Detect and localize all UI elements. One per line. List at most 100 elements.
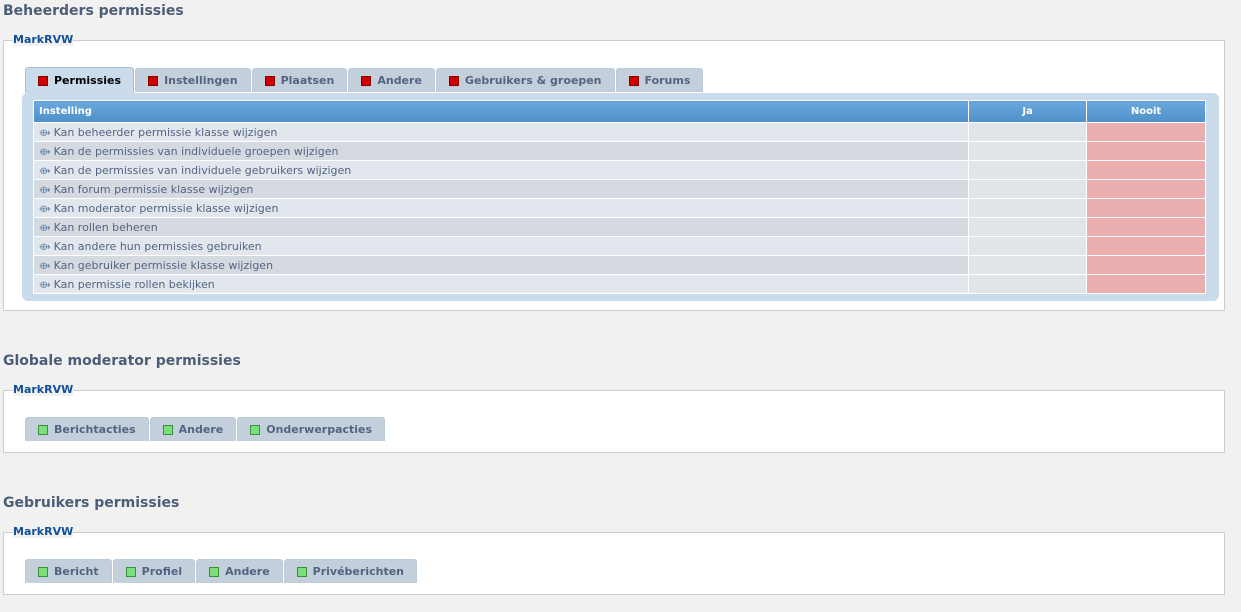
permission-label: Kan de permissies van individuele groepe… [53,144,339,158]
table-row: ⟴ Kan de permissies van individuele gebru… [32,160,1206,180]
ja-cell[interactable] [968,255,1088,275]
tab-label: Gebruikers & groepen [464,74,602,87]
arrow-right-icon: ⟴ [39,260,51,272]
admin-permissions-box: Permissies Instellingen Plaatsen Andere … [3,40,1225,311]
status-green-icon [125,566,136,577]
ja-cell[interactable] [968,217,1088,237]
users-permissions-box: Bericht Profiel Andere Privéberichten [3,532,1225,595]
column-header-instelling: Instelling [32,100,970,123]
arrow-right-icon: ⟴ [39,184,51,196]
status-red-icon [264,75,275,86]
permission-label: Kan andere hun permissies gebruiken [53,239,262,253]
moderator-permissions-box: Berichtacties Andere Onderwerpacties [3,390,1225,453]
nooit-cell[interactable] [1086,160,1206,180]
permissions-table: Instelling Ja Nooit ⟴ Kan beheerder permi… [32,100,1206,294]
tab-label: Andere [225,565,270,578]
nooit-cell[interactable] [1086,141,1206,161]
users-user-legend: MarkRVW [13,525,74,538]
table-row: ⟴ Kan beheerder permissie klasse wijzigen [32,122,1206,142]
users-section-title: Gebruikers permissies [3,495,180,511]
permission-label: Kan de permissies van individuele gebrui… [53,163,352,177]
permission-label-cell: ⟴ Kan de permissies van individuele groep… [32,141,970,161]
arrow-right-icon: ⟴ [39,241,51,253]
tab-label: Andere [178,423,224,436]
tab-andere[interactable]: Andere [196,559,283,583]
ja-cell[interactable] [968,122,1088,142]
nooit-cell[interactable] [1086,179,1206,199]
ja-cell[interactable] [968,179,1088,199]
permission-label: Kan permissie rollen bekijken [53,277,215,291]
nooit-cell[interactable] [1086,122,1206,142]
status-green-icon [38,566,48,577]
moderator-section-title: Globale moderator permissies [3,353,241,369]
tab-label: Privéberichten [312,565,404,578]
tab-priveberichten[interactable]: Privéberichten [283,559,417,583]
permission-label-cell: ⟴ Kan permissie rollen bekijken [32,274,970,294]
tab-berichtacties[interactable]: Berichtacties [25,417,149,441]
permission-label-cell: ⟴ Kan moderator permissie klasse wijzigen [32,198,970,218]
table-row: ⟴ Kan forum permissie klasse wijzigen [32,179,1206,199]
status-red-icon [361,75,372,86]
ja-cell[interactable] [968,274,1088,294]
table-row: ⟴ Kan andere hun permissies gebruiken [32,236,1206,256]
ja-cell[interactable] [968,160,1088,180]
admin-tabs: Permissies Instellingen Plaatsen Andere … [25,67,704,93]
admin-section-title: Beheerders permissies [3,3,184,19]
permissions-panel: Instelling Ja Nooit ⟴ Kan beheerder permi… [22,93,1219,301]
nooit-cell[interactable] [1086,255,1206,275]
nooit-cell[interactable] [1086,198,1206,218]
tab-plaatsen[interactable]: Plaatsen [251,68,348,92]
arrow-right-icon: ⟴ [39,127,51,139]
permission-label: Kan beheerder permissie klasse wijzigen [53,125,278,139]
table-row: ⟴ Kan rollen beheren [32,217,1206,237]
status-red-icon [38,75,48,86]
tab-label: Bericht [54,565,99,578]
table-row: ⟴ Kan permissie rollen bekijken [32,274,1206,294]
tab-bericht[interactable]: Bericht [25,559,112,583]
tab-instellingen[interactable]: Instellingen [135,68,251,92]
permission-label: Kan rollen beheren [53,220,158,234]
tab-forums[interactable]: Forums [615,68,704,92]
table-row: ⟴ Kan moderator permissie klasse wijzigen [32,198,1206,218]
status-green-icon [250,424,261,435]
tab-label: Forums [644,74,691,87]
arrow-right-icon: ⟴ [39,165,51,177]
tab-permissies[interactable]: Permissies [25,67,135,93]
status-red-icon [148,75,159,86]
permission-label-cell: ⟴ Kan de permissies van individuele gebru… [32,160,970,180]
tab-onderwerpacties[interactable]: Onderwerpacties [237,417,386,441]
permission-label-cell: ⟴ Kan andere hun permissies gebruiken [32,236,970,256]
table-row: ⟴ Kan gebruiker permissie klasse wijzigen [32,255,1206,275]
status-green-icon [162,424,173,435]
tab-gebruikers-groepen[interactable]: Gebruikers & groepen [435,68,615,92]
tab-label: Profiel [141,565,183,578]
admin-user-legend: MarkRVW [13,33,74,46]
moderator-user-legend: MarkRVW [13,383,74,396]
nooit-cell[interactable] [1086,274,1206,294]
tab-andere[interactable]: Andere [348,68,435,92]
table-row: ⟴ Kan de permissies van individuele groep… [32,141,1206,161]
ja-cell[interactable] [968,236,1088,256]
arrow-right-icon: ⟴ [39,146,51,158]
column-header-ja: Ja [968,100,1088,123]
arrow-right-icon: ⟴ [39,222,51,234]
tab-label: Berichtacties [54,423,136,436]
tab-label: Plaatsen [280,74,335,87]
ja-cell[interactable] [968,141,1088,161]
column-header-nooit: Nooit [1086,100,1206,123]
status-green-icon [38,424,48,435]
status-green-icon [296,566,307,577]
tab-profiel[interactable]: Profiel [112,559,196,583]
tab-label: Onderwerpacties [266,423,373,436]
permission-label: Kan moderator permissie klasse wijzigen [53,201,279,215]
ja-cell[interactable] [968,198,1088,218]
tab-label: Permissies [54,74,122,87]
status-green-icon [209,566,220,577]
tab-andere[interactable]: Andere [149,417,237,441]
permission-label-cell: ⟴ Kan forum permissie klasse wijzigen [32,179,970,199]
nooit-cell[interactable] [1086,236,1206,256]
permission-label-cell: ⟴ Kan rollen beheren [32,217,970,237]
nooit-cell[interactable] [1086,217,1206,237]
permission-label: Kan gebruiker permissie klasse wijzigen [53,258,274,272]
arrow-right-icon: ⟴ [39,203,51,215]
